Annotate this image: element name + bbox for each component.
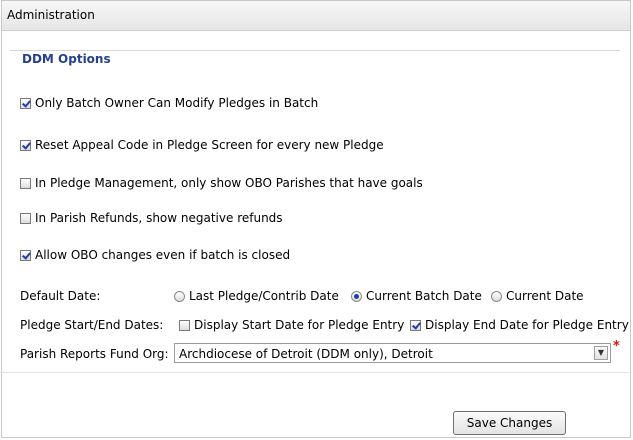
ddm-options-legend: DDM Options — [20, 52, 113, 66]
fund-org-selected-value: Archdiocese of Detroit (DDM only), Detro… — [179, 347, 433, 361]
option-batch-owner-modify[interactable]: Only Batch Owner Can Modify Pledges in B… — [20, 95, 318, 111]
option-obo-changes-closed-batch[interactable]: Allow OBO changes even if batch is close… — [20, 247, 290, 263]
save-changes-button[interactable]: Save Changes — [453, 411, 566, 435]
option-obo-parishes-goals[interactable]: In Pledge Management, only show OBO Pari… — [20, 175, 423, 191]
option-label: Display Start Date for Pledge Entry — [194, 318, 405, 332]
option-label: Display End Date for Pledge Entry — [425, 318, 629, 332]
radio-current-batch-date[interactable]: Current Batch Date — [351, 288, 482, 304]
panel-title: Administration — [7, 8, 95, 22]
fund-org-label: Parish Reports Fund Org: — [20, 347, 169, 361]
radio-label: Current Batch Date — [366, 289, 482, 303]
radio-current-date[interactable]: Current Date — [491, 288, 584, 304]
chevron-down-icon[interactable]: ▼ — [594, 346, 608, 360]
negative-refunds-checkbox[interactable] — [20, 212, 31, 224]
radio-label: Current Date — [506, 289, 584, 303]
obo-parishes-goals-checkbox[interactable] — [20, 177, 31, 189]
pledge-dates-label: Pledge Start/End Dates: — [20, 318, 164, 332]
fund-org-select[interactable]: Archdiocese of Detroit (DDM only), Detro… — [174, 343, 611, 363]
radio-label: Last Pledge/Contrib Date — [189, 289, 339, 303]
display-end-date-checkbox[interactable] — [410, 319, 421, 331]
panel-header: Administration — [2, 1, 630, 31]
divider — [0, 372, 628, 373]
option-label: In Pledge Management, only show OBO Pari… — [35, 176, 423, 190]
display-start-date-checkbox[interactable] — [179, 319, 190, 331]
option-label: Only Batch Owner Can Modify Pledges in B… — [35, 96, 319, 110]
option-label: Allow OBO changes even if batch is close… — [35, 248, 291, 262]
radio-button[interactable] — [174, 290, 185, 302]
required-marker: * — [613, 339, 620, 354]
reset-appeal-code-checkbox[interactable] — [20, 139, 31, 151]
radio-button[interactable] — [351, 290, 362, 302]
obo-changes-checkbox[interactable] — [20, 249, 31, 261]
option-negative-refunds[interactable]: In Parish Refunds, show negative refunds — [20, 210, 283, 226]
radio-last-pledge-date[interactable]: Last Pledge/Contrib Date — [174, 288, 339, 304]
display-end-date-option[interactable]: Display End Date for Pledge Entry — [410, 317, 629, 333]
option-label: In Parish Refunds, show negative refunds — [35, 211, 283, 225]
radio-button[interactable] — [491, 290, 502, 302]
default-date-label: Default Date: — [20, 289, 101, 303]
batch-owner-checkbox[interactable] — [20, 97, 31, 109]
option-label: Reset Appeal Code in Pledge Screen for e… — [35, 138, 384, 152]
display-start-date-option[interactable]: Display Start Date for Pledge Entry — [179, 317, 404, 333]
option-reset-appeal-code[interactable]: Reset Appeal Code in Pledge Screen for e… — [20, 137, 384, 153]
